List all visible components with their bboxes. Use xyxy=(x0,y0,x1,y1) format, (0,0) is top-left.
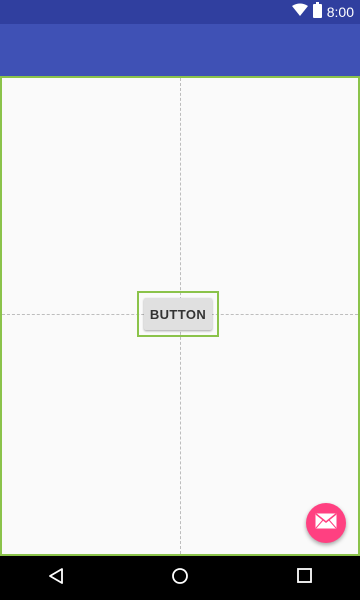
center-button[interactable]: BUTTON xyxy=(144,298,212,330)
navigation-bar xyxy=(0,556,360,600)
button-selection-outline[interactable]: BUTTON xyxy=(137,291,219,337)
home-button[interactable] xyxy=(150,556,210,600)
status-icons: 8:00 xyxy=(291,0,354,24)
recents-icon xyxy=(296,568,312,588)
back-button[interactable] xyxy=(26,556,86,600)
recents-button[interactable] xyxy=(274,556,334,600)
email-icon xyxy=(315,512,337,534)
home-icon xyxy=(171,567,189,590)
status-bar: 8:00 xyxy=(0,0,360,24)
app-bar xyxy=(0,24,360,76)
battery-icon xyxy=(312,1,322,23)
back-icon xyxy=(48,567,64,589)
email-fab[interactable] xyxy=(306,503,346,543)
status-time: 8:00 xyxy=(326,4,354,20)
layout-canvas[interactable]: BUTTON xyxy=(0,76,360,556)
wifi-icon xyxy=(291,3,308,22)
